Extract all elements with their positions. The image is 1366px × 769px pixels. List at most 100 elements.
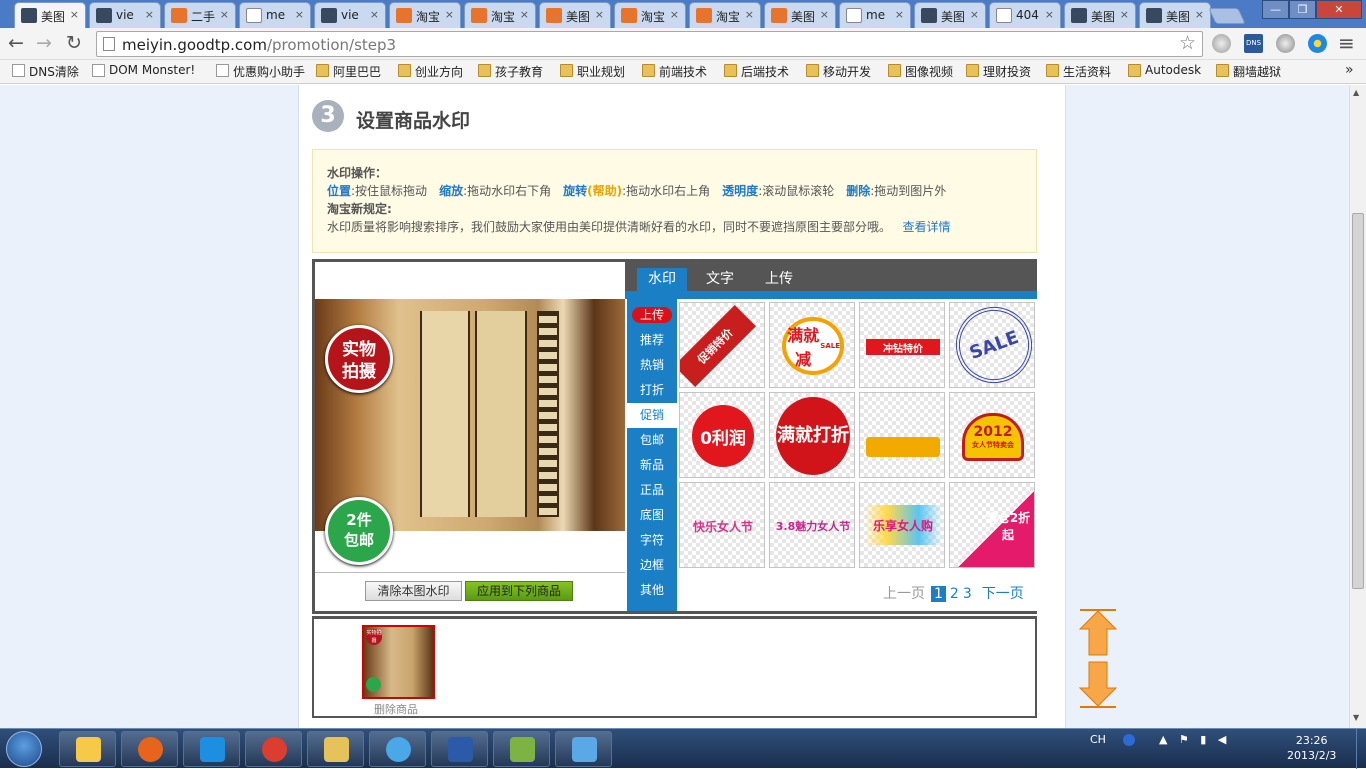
sticker-38-charm-womens[interactable]: 3.8魅力女人节 bbox=[769, 482, 855, 568]
bookmark-star-icon[interactable]: ☆ bbox=[1179, 32, 1196, 54]
tab-close-icon[interactable]: × bbox=[295, 8, 304, 21]
scroll-to-top-bottom-arrows[interactable] bbox=[1078, 609, 1118, 708]
browser-tab-0[interactable]: 美图 × bbox=[14, 2, 86, 28]
taskbar-app-5[interactable] bbox=[369, 731, 426, 767]
browser-tab-14[interactable]: 美图 × bbox=[1064, 2, 1136, 28]
browser-tab-15[interactable]: 美图 × bbox=[1139, 2, 1211, 28]
bookmark-item[interactable]: 翻墙越狱 bbox=[1216, 63, 1281, 80]
taskbar-app-2[interactable] bbox=[183, 731, 240, 767]
category-item[interactable]: 包邮 bbox=[627, 428, 677, 453]
category-item[interactable]: 其他 bbox=[627, 578, 677, 603]
browser-tab-5[interactable]: 淘宝 × bbox=[389, 2, 461, 28]
category-item[interactable]: 上传 bbox=[627, 303, 677, 328]
browser-tab-4[interactable]: vie × bbox=[314, 2, 386, 28]
bookmark-item[interactable]: 阿里巴巴 bbox=[316, 63, 381, 80]
tab-close-icon[interactable]: × bbox=[820, 8, 829, 21]
help-link[interactable]: (帮助) bbox=[587, 184, 622, 198]
browser-tab-8[interactable]: 淘宝 × bbox=[614, 2, 686, 28]
menu-icon[interactable]: ≡ bbox=[1338, 33, 1355, 53]
page-link[interactable]: 3 bbox=[963, 586, 972, 602]
sticker-happy-womens-day[interactable]: 快乐女人节 bbox=[679, 482, 765, 568]
tab-close-icon[interactable]: × bbox=[145, 8, 154, 21]
new-tab-button[interactable] bbox=[1208, 8, 1246, 24]
back-button[interactable]: ← bbox=[8, 33, 24, 53]
prev-page-link[interactable]: 上一页 bbox=[883, 586, 925, 602]
tab-close-icon[interactable]: × bbox=[370, 8, 379, 21]
page-link[interactable]: 2 bbox=[950, 586, 959, 602]
browser-tab-13[interactable]: 404 × bbox=[989, 2, 1061, 28]
taskbar-app-6[interactable] bbox=[431, 731, 488, 767]
tab-close-icon[interactable]: × bbox=[1195, 8, 1204, 21]
show-desktop-button[interactable] bbox=[1356, 729, 1366, 769]
tab-close-icon[interactable]: × bbox=[670, 8, 679, 21]
tray-expand-icon[interactable]: ▲ bbox=[1159, 733, 1167, 746]
sticker-sale-stamp[interactable]: SALE bbox=[949, 302, 1035, 388]
next-page-link[interactable]: 下一页 bbox=[982, 586, 1024, 602]
taskbar-app-8[interactable] bbox=[555, 731, 612, 767]
bookmark-item[interactable]: 后端技术 bbox=[724, 63, 789, 80]
tab-close-icon[interactable]: × bbox=[970, 8, 979, 21]
watermark-real-photo[interactable]: 实物 拍摄 bbox=[325, 325, 393, 393]
network-icon[interactable]: ▮ bbox=[1200, 733, 1206, 746]
help-icon[interactable] bbox=[1123, 734, 1136, 746]
browser-tab-7[interactable]: 美图 × bbox=[539, 2, 611, 28]
tab-close-icon[interactable]: × bbox=[520, 8, 529, 21]
bookmark-item[interactable]: 孩子教育 bbox=[478, 63, 543, 80]
sticker-ribbon-banner[interactable] bbox=[859, 392, 945, 478]
close-window-button[interactable]: ✕ bbox=[1316, 0, 1362, 19]
category-item[interactable]: 边框 bbox=[627, 553, 677, 578]
url-text[interactable]: meiyin.goodtp.com/promotion/step3 bbox=[122, 36, 396, 54]
tab-close-icon[interactable]: × bbox=[595, 8, 604, 21]
delete-product-link[interactable]: 删除商品 bbox=[374, 701, 418, 717]
taskbar-app-1[interactable] bbox=[121, 731, 178, 767]
category-item[interactable]: 促销 bbox=[627, 403, 677, 428]
dns-extension-icon[interactable]: DNS bbox=[1244, 34, 1263, 53]
panel-tab-0[interactable]: 水印 bbox=[637, 268, 687, 291]
address-bar[interactable]: meiyin.goodtp.com/promotion/step3 ☆ bbox=[96, 31, 1203, 57]
panel-tab-1[interactable]: 文字 bbox=[695, 268, 745, 291]
sticker-enjoy-shopping[interactable]: 乐享女人购 bbox=[859, 482, 945, 568]
settings-extension-icon[interactable] bbox=[1308, 34, 1327, 53]
scroll-up-arrow-icon[interactable] bbox=[1078, 610, 1118, 656]
product-photo[interactable]: 实物 拍摄 2件 包邮 bbox=[315, 299, 625, 565]
sticker-2012-womens-day[interactable]: 2012 女人节特卖会 bbox=[949, 392, 1035, 478]
taskbar-app-3[interactable] bbox=[245, 731, 302, 767]
start-button[interactable] bbox=[6, 731, 42, 767]
taskbar-app-4[interactable] bbox=[307, 731, 364, 767]
tab-close-icon[interactable]: × bbox=[1120, 8, 1129, 21]
bookmark-item[interactable]: 移动开发 bbox=[806, 63, 871, 80]
page-link[interactable]: 1 bbox=[931, 586, 946, 602]
bookmark-item[interactable]: 生活资料 bbox=[1046, 63, 1111, 80]
bookmark-item[interactable]: 优惠购小助手 bbox=[216, 63, 305, 80]
category-item[interactable]: 新品 bbox=[627, 453, 677, 478]
browser-tab-11[interactable]: me × bbox=[839, 2, 911, 28]
browser-tab-9[interactable]: 淘宝 × bbox=[689, 2, 761, 28]
category-item[interactable]: 推荐 bbox=[627, 328, 677, 353]
scrollbar-thumb[interactable] bbox=[1352, 213, 1364, 589]
category-item[interactable]: 底图 bbox=[627, 503, 677, 528]
volume-icon[interactable]: ◀ bbox=[1218, 733, 1226, 746]
scroll-down-arrow-icon[interactable] bbox=[1078, 661, 1118, 707]
bookmark-item[interactable]: 图像视频 bbox=[888, 63, 953, 80]
category-item[interactable]: 字符 bbox=[627, 528, 677, 553]
rule-details-link[interactable]: 查看详情 bbox=[902, 220, 950, 234]
minimize-button[interactable]: — bbox=[1262, 0, 1289, 19]
bookmark-item[interactable]: 创业方向 bbox=[398, 63, 463, 80]
browser-tab-10[interactable]: 美图 × bbox=[764, 2, 836, 28]
tab-close-icon[interactable]: × bbox=[895, 8, 904, 21]
bookmark-item[interactable]: DNS清除 bbox=[12, 63, 79, 80]
sticker-full-discount[interactable]: 满就打折 bbox=[769, 392, 855, 478]
bookmark-item[interactable]: DOM Monster! bbox=[92, 63, 195, 77]
product-thumbnail[interactable]: 实物拍摄 bbox=[362, 625, 435, 699]
sticker-diamond-special[interactable]: 冲钻特价 bbox=[859, 302, 945, 388]
sticker-full-reduce[interactable]: 满就减 SALE bbox=[769, 302, 855, 388]
watermark-two-free-shipping[interactable]: 2件 包邮 bbox=[325, 497, 393, 565]
page-scrollbar[interactable]: ▲ ▼ bbox=[1349, 85, 1366, 728]
sticker-zero-profit[interactable]: 0利润 bbox=[679, 392, 765, 478]
tab-close-icon[interactable]: × bbox=[220, 8, 229, 21]
bookmark-item[interactable]: Autodesk bbox=[1128, 63, 1201, 77]
browser-tab-1[interactable]: vie × bbox=[89, 2, 161, 28]
forward-button[interactable]: → bbox=[36, 33, 52, 53]
tab-close-icon[interactable]: × bbox=[1045, 8, 1054, 21]
category-item[interactable]: 打折 bbox=[627, 378, 677, 403]
